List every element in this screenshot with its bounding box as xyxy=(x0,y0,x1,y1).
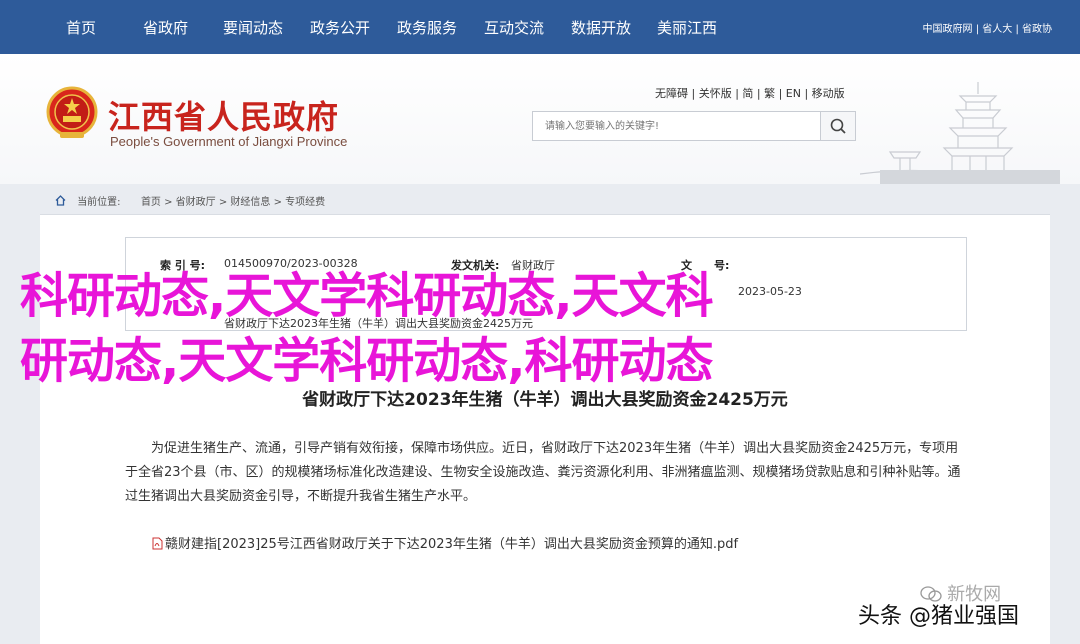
nav-item-gov-open[interactable]: 政务公开 xyxy=(310,17,370,38)
top-nav: 首页 省政府 要闻动态 政务公开 政务服务 互动交流 数据开放 美丽江西 中国政… xyxy=(0,0,1080,54)
search-icon xyxy=(830,118,846,134)
attachment-filename[interactable]: 赣财建指[2023]25号江西省财政厅关于下达2023年生猪（牛羊）调出大县奖励… xyxy=(165,537,738,552)
breadcrumb-label: 当前位置: xyxy=(77,197,121,208)
nav-item-province-gov[interactable]: 省政府 xyxy=(143,17,188,38)
attachment-link[interactable]: 赣财建指[2023]25号江西省财政厅关于下达2023年生猪（牛羊）调出大县奖励… xyxy=(152,533,738,552)
overlay-text-line1: 科研动态,天文学科研动态,天文科 xyxy=(20,268,713,324)
home-icon xyxy=(55,195,66,206)
national-emblem-icon xyxy=(46,86,98,138)
site-header: 江西省人民政府 People's Government of Jiangxi P… xyxy=(0,54,1080,184)
article-body: 为促进生猪生产、流通，引导产销有效衔接，保障市场供应。近日，省财政厅下达2023… xyxy=(125,441,961,504)
pdf-icon xyxy=(152,537,163,550)
nav-item-home[interactable]: 首页 xyxy=(66,17,96,38)
overlay-text-line2: 研动态,天文学科研动态,科研动态 xyxy=(20,333,713,389)
breadcrumb-path[interactable]: 首页 > 省财政厅 > 财经信息 > 专项经费 xyxy=(141,197,325,208)
toutiao-watermark: 头条 @猪业强国 xyxy=(858,604,1019,629)
nav-item-gov-service[interactable]: 政务服务 xyxy=(397,17,457,38)
search-box xyxy=(532,111,856,141)
meta-date-value: 2023-05-23 xyxy=(738,285,802,298)
breadcrumb: 当前位置: 首页 > 省财政厅 > 财经信息 > 专项经费 xyxy=(55,193,325,208)
nav-item-news[interactable]: 要闻动态 xyxy=(223,17,283,38)
site-subtitle: People's Government of Jiangxi Province xyxy=(110,134,348,149)
nav-item-interaction[interactable]: 互动交流 xyxy=(484,17,544,38)
nav-util-links[interactable]: 中国政府网 | 省人大 | 省政协 xyxy=(923,20,1052,35)
pagoda-decoration-icon xyxy=(860,82,1060,184)
nav-item-beautiful-jiangxi[interactable]: 美丽江西 xyxy=(657,17,717,38)
site-title: 江西省人民政府 xyxy=(108,98,340,136)
accessibility-links[interactable]: 无障碍 | 关怀版 | 简 | 繁 | EN | 移动版 xyxy=(655,85,845,101)
search-button[interactable] xyxy=(820,112,855,140)
search-input[interactable] xyxy=(533,112,815,140)
nav-item-open-data[interactable]: 数据开放 xyxy=(571,17,631,38)
